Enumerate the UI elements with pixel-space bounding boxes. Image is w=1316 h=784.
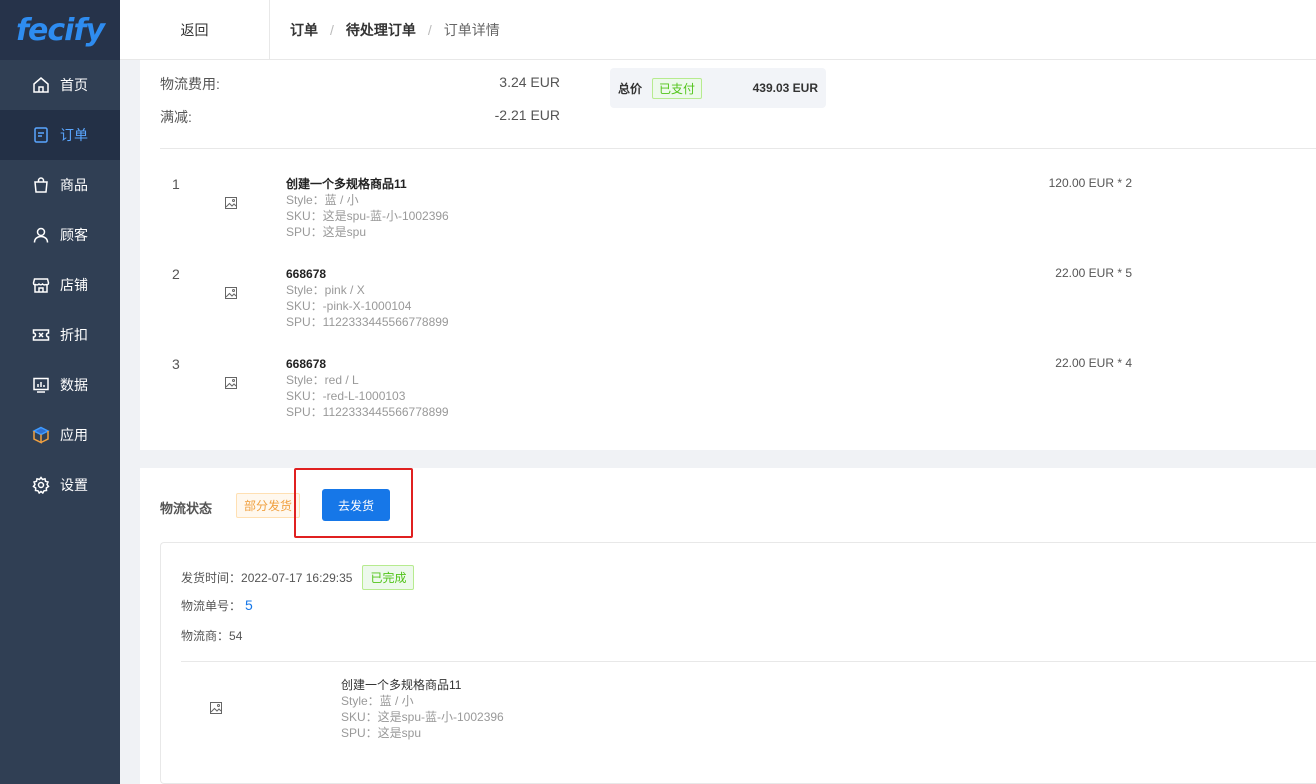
product-name[interactable]: 668678 bbox=[286, 356, 449, 372]
shipping-fee-label: 物流费用: bbox=[160, 76, 220, 92]
sidebar-item-home[interactable]: 首页 bbox=[0, 60, 120, 110]
sidebar-item-label: 折扣 bbox=[60, 327, 88, 343]
shipped-product-name: 创建一个多规格商品11 bbox=[341, 678, 462, 692]
sidebar-item-label: 首页 bbox=[60, 77, 88, 93]
product-sku: SKU：这是spu-蓝-小-1002396 bbox=[286, 209, 449, 223]
total-label: 总价 bbox=[618, 81, 643, 96]
product-info: 创建一个多规格商品11 Style：蓝 / 小 SKU：这是spu-蓝-小-10… bbox=[286, 176, 449, 240]
product-name[interactable]: 668678 bbox=[286, 266, 449, 282]
ticket-icon bbox=[32, 326, 50, 344]
shipping-card: 物流状态 部分发货 去发货 发货时间：2022-07-17 16:29:35 已完… bbox=[140, 468, 1316, 784]
chart-icon bbox=[32, 376, 50, 394]
discount-row: 满减: -2.21 EUR bbox=[160, 107, 560, 127]
tracking-label: 物流单号： bbox=[181, 599, 242, 613]
product-spu: SPU：这是spu bbox=[286, 225, 367, 239]
tracking-number-link[interactable]: 5 bbox=[245, 597, 253, 613]
user-icon bbox=[32, 226, 50, 244]
image-placeholder-icon[interactable] bbox=[224, 196, 238, 210]
carrier-value: 54 bbox=[229, 629, 243, 643]
order-icon bbox=[32, 126, 50, 144]
product-price: 120.00 EUR * 2 bbox=[1048, 176, 1132, 190]
product-row: 1 创建一个多规格商品11 Style：蓝 / 小 SKU：这是spu-蓝-小-… bbox=[160, 176, 1316, 266]
product-sku: SKU：-pink-X-1000104 bbox=[286, 299, 412, 313]
divider bbox=[181, 661, 1316, 662]
shipped-product-spu: SPU：这是spu bbox=[341, 726, 422, 740]
divider bbox=[160, 148, 1316, 149]
sidebar-item-label: 顾客 bbox=[60, 227, 88, 243]
bag-icon bbox=[32, 176, 50, 194]
sidebar-item-products[interactable]: 商品 bbox=[0, 160, 120, 210]
product-price: 22.00 EUR * 5 bbox=[1055, 266, 1132, 280]
carrier-label: 物流商： bbox=[181, 629, 230, 643]
product-index: 1 bbox=[172, 176, 180, 192]
breadcrumb-separator: / bbox=[330, 21, 334, 38]
sidebar-item-label: 应用 bbox=[60, 427, 88, 443]
product-row: 2 668678 Style：pink / X SKU：-pink-X-1000… bbox=[160, 266, 1316, 356]
product-name[interactable]: 创建一个多规格商品11 bbox=[286, 176, 449, 192]
tracking-row: 物流单号： 5 bbox=[181, 597, 253, 614]
order-items-card: 物流费用: 3.24 EUR 满减: -2.21 EUR 总价 已支付 439.… bbox=[140, 60, 1316, 450]
product-sku: SKU：-red-L-1000103 bbox=[286, 389, 406, 403]
image-placeholder-icon[interactable] bbox=[224, 376, 238, 390]
sidebar-item-discount[interactable]: 折扣 bbox=[0, 310, 120, 360]
paid-status-badge: 已支付 bbox=[652, 77, 703, 99]
sidebar-item-apps[interactable]: 应用 bbox=[0, 410, 120, 460]
carrier-row: 物流商：54 bbox=[181, 627, 242, 644]
total-value: 439.03 EUR bbox=[752, 81, 818, 95]
sidebar: fecify 首页 订单 商品 顾客 店铺 折扣 数据 应用 设置 bbox=[0, 0, 120, 784]
shipped-product-sku: SKU：这是spu-蓝-小-1002396 bbox=[341, 710, 504, 724]
image-placeholder-icon[interactable] bbox=[209, 701, 223, 715]
breadcrumb-order-detail: 订单详情 bbox=[443, 21, 500, 38]
topbar: 返回 订单 / 待处理订单 / 订单详情 bbox=[120, 0, 1316, 60]
product-index: 3 bbox=[172, 356, 180, 372]
product-info: 668678 Style：red / L SKU：-red-L-1000103 … bbox=[286, 356, 449, 420]
product-index: 2 bbox=[172, 266, 180, 282]
back-button[interactable]: 返回 bbox=[120, 0, 270, 60]
product-spu: SPU：1122333445566778899 bbox=[286, 405, 449, 419]
sidebar-item-settings[interactable]: 设置 bbox=[0, 460, 120, 510]
sidebar-item-orders[interactable]: 订单 bbox=[0, 110, 120, 160]
breadcrumb-orders[interactable]: 订单 bbox=[290, 20, 318, 40]
ship-time-row: 发货时间：2022-07-17 16:29:35 已完成 bbox=[181, 565, 415, 590]
completed-badge: 已完成 bbox=[362, 565, 415, 590]
ship-button[interactable]: 去发货 bbox=[322, 489, 390, 521]
shipped-product-style: Style：蓝 / 小 bbox=[341, 694, 414, 708]
store-icon bbox=[32, 276, 50, 294]
sidebar-item-label: 店铺 bbox=[60, 277, 88, 293]
gear-icon bbox=[32, 476, 50, 494]
shipping-fee-value: 3.24 EUR bbox=[499, 74, 560, 90]
box-icon bbox=[32, 426, 50, 444]
breadcrumb-separator: / bbox=[427, 21, 432, 38]
sidebar-item-label: 商品 bbox=[60, 177, 88, 193]
logo[interactable]: fecify bbox=[0, 0, 120, 60]
sidebar-item-label: 订单 bbox=[60, 127, 88, 143]
product-price: 22.00 EUR * 4 bbox=[1055, 356, 1132, 370]
shipped-product-info: 创建一个多规格商品11 Style：蓝 / 小 SKU：这是spu-蓝-小-10… bbox=[341, 677, 504, 741]
sidebar-item-label: 数据 bbox=[60, 377, 88, 393]
sidebar-item-store[interactable]: 店铺 bbox=[0, 260, 120, 310]
sidebar-item-data[interactable]: 数据 bbox=[0, 360, 120, 410]
breadcrumb-pending-orders[interactable]: 待处理订单 bbox=[346, 20, 416, 40]
product-style: Style：蓝 / 小 bbox=[286, 193, 359, 207]
product-info: 668678 Style：pink / X SKU：-pink-X-100010… bbox=[286, 266, 449, 330]
shipment-panel: 发货时间：2022-07-17 16:29:35 已完成 物流单号： 5 物流商：5… bbox=[160, 542, 1316, 784]
breadcrumb: 订单 / 待处理订单 / 订单详情 bbox=[270, 20, 500, 40]
product-spu: SPU：1122333445566778899 bbox=[286, 315, 449, 329]
total-box: 总价 已支付 439.03 EUR bbox=[610, 68, 826, 108]
shipping-fee-row: 物流费用: 3.24 EUR bbox=[160, 74, 560, 94]
ship-time-label: 发货时间： bbox=[181, 571, 242, 585]
sidebar-item-customers[interactable]: 顾客 bbox=[0, 210, 120, 260]
product-style: Style：red / L bbox=[286, 373, 359, 387]
discount-value: -2.21 EUR bbox=[494, 107, 560, 123]
shipping-status-title: 物流状态 bbox=[160, 501, 213, 516]
home-icon bbox=[32, 76, 50, 94]
discount-label: 满减: bbox=[160, 109, 192, 125]
ship-time-value: 2022-07-17 16:29:35 bbox=[241, 571, 353, 585]
image-placeholder-icon[interactable] bbox=[224, 286, 238, 300]
sidebar-item-label: 设置 bbox=[60, 477, 88, 493]
product-style: Style：pink / X bbox=[286, 283, 365, 297]
partial-shipped-badge: 部分发货 bbox=[236, 493, 301, 518]
product-row: 3 668678 Style：red / L SKU：-red-L-100010… bbox=[160, 356, 1316, 446]
